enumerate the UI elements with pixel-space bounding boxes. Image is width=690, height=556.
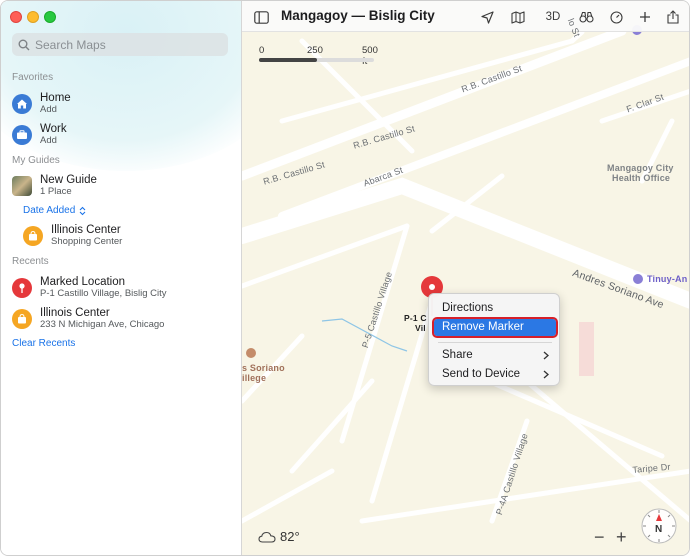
recent-address: P-1 Castillo Village, Bislig City [40,288,167,299]
zoom-out-button[interactable]: − [594,527,605,548]
recent-name: Illinois Center [40,307,110,319]
recents-section-title: Recents [12,256,49,267]
shopping-bag-icon [12,309,32,329]
weather-widget: 82° [258,529,300,544]
date-added-label: Date Added [23,205,76,216]
menu-item-label: Share [442,349,473,361]
binoculars-icon [579,11,594,23]
scale-label-0: 0 [259,45,265,56]
recent-address: 233 N Michigan Ave, Chicago [40,319,165,330]
gauge-icon [610,10,623,24]
poi-label: Health Office [612,173,671,183]
compass-north-label: N [655,524,663,535]
scale-label-500: 500 ft [362,45,378,67]
sort-arrows-icon [79,206,86,215]
share-button[interactable] [667,8,679,26]
shopping-bag-icon [23,226,43,246]
house-icon [12,94,32,114]
map-toolbar: Mangagoy — Bislig City 3D [242,1,689,32]
sidebar-toggle-icon [254,10,269,24]
search-placeholder: Search Maps [35,37,106,52]
cloud-icon [258,531,276,543]
sidebar-toggle-button[interactable] [254,8,269,26]
menu-item-share[interactable]: Share [434,347,556,364]
search-icon [18,39,30,50]
sidebar: Search Maps Favorites Home Add Work Add … [1,1,242,555]
recent-illinois-center[interactable]: Illinois Center 233 N Michigan Ave, Chic… [12,307,164,331]
pin-icon [12,278,32,298]
map-icon [511,10,525,24]
3d-button[interactable]: 3D [544,8,562,26]
recent-name: Marked Location [40,276,126,288]
guides-section-title: My Guides [12,155,60,166]
favorites-section-title: Favorites [12,72,54,83]
date-added-sort-button[interactable]: Date Added [23,205,87,216]
guide-count: 1 Place [40,186,72,197]
poi-label: Mangagoy City [607,163,674,173]
context-menu: Directions Remove Marker Share Send to D… [428,293,560,386]
minimize-window-button[interactable] [27,11,39,23]
recent-marked-location[interactable]: Marked Location P-1 Castillo Village, Bi… [12,276,167,300]
place-category: Shopping Center [51,236,123,247]
favorite-name: Home [40,92,71,104]
poi-label: s Soriano [242,363,285,373]
favorite-name: Work [40,123,67,135]
menu-item-label: Remove Marker [442,321,524,333]
clear-recents-link[interactable]: Clear Recents [12,338,75,349]
map-view[interactable]: Mangagoy — Bislig City 3D 0 250 500 R.B.… [242,1,689,555]
scale-bar: 0 250 500 ft [259,45,378,67]
menu-item-send-to-device[interactable]: Send to Device [434,366,556,383]
menu-item-label: Directions [442,302,494,314]
zoom-in-button[interactable]: + [616,527,627,548]
pin-label: P-1 C [404,313,427,323]
guide-name: New Guide [40,174,97,186]
window-title: Mangagoy — Bislig City [281,8,435,23]
add-button[interactable] [639,8,651,26]
place-name: Illinois Center [51,224,121,236]
poi-label: Tinuy-An [647,274,688,284]
favorite-home[interactable]: Home Add [12,92,71,116]
search-input[interactable]: Search Maps [12,33,228,56]
menu-item-label: Send to Device [442,368,520,380]
favorite-work[interactable]: Work Add [12,123,67,147]
maps-window: Search Maps Favorites Home Add Work Add … [0,0,690,556]
favorite-sub: Add [40,104,57,115]
maximize-window-button[interactable] [44,11,56,23]
guide-place-illinois-center[interactable]: Illinois Center Shopping Center [23,224,122,248]
map-mode-button[interactable] [511,8,525,26]
tracking-button[interactable] [610,8,623,26]
plus-icon [640,12,650,22]
guide-thumbnail-icon [12,176,32,196]
pin-label: Vil [415,323,426,333]
chevron-right-icon [543,370,549,379]
temperature: 82° [280,529,300,544]
menu-item-remove-marker[interactable]: Remove Marker [432,317,558,338]
scale-label-250: 250 [307,45,323,56]
look-around-button[interactable] [579,8,594,26]
share-icon [667,10,679,24]
location-arrow-icon [481,10,494,24]
chevron-right-icon [543,351,549,360]
briefcase-icon [12,125,32,145]
current-location-button[interactable] [481,8,494,26]
close-window-button[interactable] [10,11,22,23]
menu-separator [438,342,552,343]
menu-item-directions[interactable]: Directions [434,300,556,317]
guide-new-guide[interactable]: New Guide 1 Place [12,174,97,198]
poi-label: illege [242,373,267,383]
favorite-sub: Add [40,135,57,146]
compass-button[interactable]: N [640,507,678,545]
